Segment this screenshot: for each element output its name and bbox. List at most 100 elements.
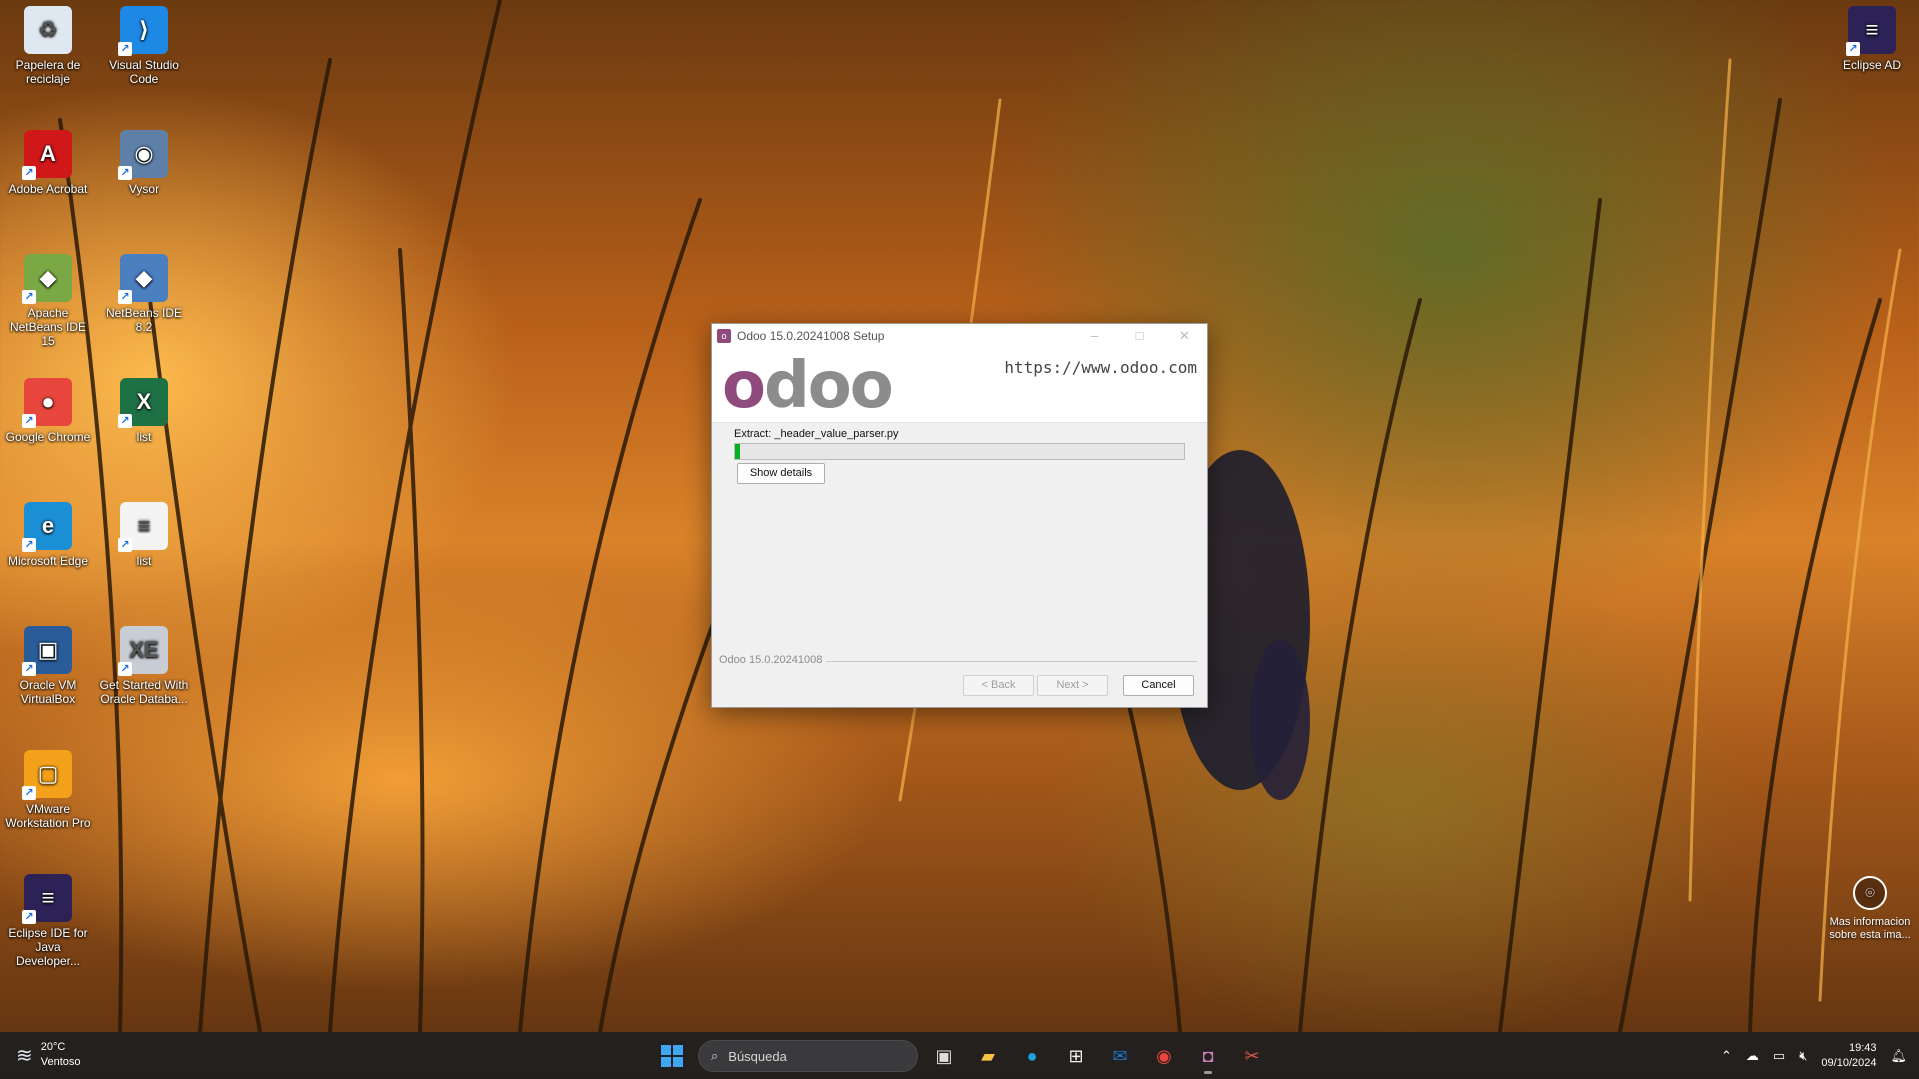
task-view-icon: ▣ <box>935 1045 953 1066</box>
app-icon: ◉ ↗ <box>118 130 168 180</box>
shortcut-arrow-icon: ↗ <box>118 538 132 552</box>
wallpaper-info-badge[interactable]: ⌾ Mas informacion sobre esta ima... <box>1820 876 1919 942</box>
start-button[interactable] <box>654 1038 690 1074</box>
clock-date: 09/10/2024 <box>1821 1056 1877 1069</box>
app-icon: ▣ ↗ <box>22 626 72 676</box>
desktop-icon-eclipse-ide-for-java-developer[interactable]: ≡ ↗ Eclipse IDE for Java Developer... <box>2 874 94 968</box>
desktop-icon-label: Get Started With Oracle Databa... <box>99 678 189 706</box>
desktop-icon-netbeans-ide-8-2[interactable]: ◆ ↗ NetBeans IDE 8.2 <box>98 254 190 334</box>
outlook-button[interactable]: ✉ <box>1102 1038 1138 1074</box>
desktop-icon-visual-studio-code[interactable]: ⟩ ↗ Visual Studio Code <box>98 6 190 86</box>
maximize-button[interactable]: □ <box>1117 324 1162 348</box>
desktop-icon-microsoft-edge[interactable]: e ↗ Microsoft Edge <box>2 502 94 568</box>
network-icon[interactable]: ▭ <box>1773 1048 1785 1064</box>
minimize-button[interactable]: – <box>1072 324 1117 348</box>
close-button[interactable]: ✕ <box>1162 324 1207 348</box>
desktop-icon-vysor[interactable]: ◉ ↗ Vysor <box>98 130 190 196</box>
odoo-icon: ◘ <box>1202 1045 1214 1066</box>
speaker-muted-icon[interactable]: 🔇︎ <box>1799 1048 1807 1064</box>
chevron-up-icon[interactable]: ⌃ <box>1721 1048 1732 1064</box>
shortcut-arrow-icon: ↗ <box>118 662 132 676</box>
shortcut-arrow-icon: ↗ <box>22 786 36 800</box>
desktop-icon-label: Eclipse IDE for Java Developer... <box>8 926 88 968</box>
desktop-icon-label: Oracle VM VirtualBox <box>19 678 77 706</box>
desktop-icon-label: Google Chrome <box>5 430 91 444</box>
desktop-icon-oracle-vm-virtualbox[interactable]: ▣ ↗ Oracle VM VirtualBox <box>2 626 94 706</box>
shortcut-arrow-icon: ↗ <box>22 166 36 180</box>
progress-fill <box>735 444 741 459</box>
shortcut-arrow-icon: ↗ <box>118 414 132 428</box>
app-icon: ≡ ↗ <box>1846 6 1896 56</box>
desktop-icon-label: list <box>136 430 152 444</box>
chrome-icon: ◉ <box>1156 1045 1172 1066</box>
wind-icon: ≋ <box>16 1044 33 1067</box>
task-view-button[interactable]: ▣ <box>926 1038 962 1074</box>
taskbar-apps: ⌕ Búsqueda ▣ ▰ ● ⊞ ✉ ◉ ◘ ✂ <box>654 1038 1270 1074</box>
next-button[interactable]: Next > <box>1037 675 1108 696</box>
odoo-url: https://www.odoo.com <box>1004 358 1197 377</box>
shortcut-arrow-icon: ↗ <box>22 290 36 304</box>
desktop-icon-papelera-de-reciclaje[interactable]: ♻ Papelera de reciclaje <box>2 6 94 86</box>
info-label: Mas informacion sobre esta ima... <box>1829 916 1911 941</box>
desktop-icon-google-chrome[interactable]: ● ↗ Google Chrome <box>2 378 94 444</box>
setup-titlebar[interactable]: o Odoo 15.0.20241008 Setup – □ ✕ <box>712 324 1207 348</box>
logo-letter-o: o <box>722 349 766 423</box>
app-icon: ⟩ ↗ <box>118 6 168 56</box>
desktop-icon-label: Vysor <box>128 182 160 196</box>
shortcut-arrow-icon: ↗ <box>118 166 132 180</box>
weather-condition: Ventoso <box>40 1056 81 1068</box>
search-box[interactable]: ⌕ Búsqueda <box>698 1040 918 1072</box>
app-icon: A ↗ <box>22 130 72 180</box>
store-icon: ⊞ <box>1068 1045 1084 1066</box>
desktop-icon-list[interactable]: X ↗ list <box>98 378 190 444</box>
window-title: Odoo 15.0.20241008 Setup <box>737 329 885 343</box>
odoo-logo: odoo <box>722 354 894 418</box>
store-button[interactable]: ⊞ <box>1058 1038 1094 1074</box>
app-icon: ◆ ↗ <box>118 254 168 304</box>
back-button[interactable]: < Back <box>963 675 1034 696</box>
taskbar: ≋ 20°C Ventoso ⌕ Búsqueda ▣ ▰ ● ⊞ ✉ ◉ ◘ … <box>0 1032 1919 1079</box>
temperature: 20°C <box>40 1041 66 1053</box>
shortcut-arrow-icon: ↗ <box>22 910 36 924</box>
app-icon: X ↗ <box>118 378 168 428</box>
search-placeholder: Búsqueda <box>728 1048 787 1064</box>
app-icon: ◆ ↗ <box>22 254 72 304</box>
outlook-icon: ✉ <box>1112 1045 1128 1066</box>
desktop-icon-adobe-acrobat[interactable]: A ↗ Adobe Acrobat <box>2 130 94 196</box>
desktop-icon-eclipse-ad[interactable]: ≡ ↗ Eclipse AD <box>1826 6 1918 72</box>
clock[interactable]: 19:43 09/10/2024 <box>1821 1041 1876 1071</box>
app-icon: ♻ <box>24 6 72 54</box>
app-icon: ≡ ↗ <box>22 874 72 924</box>
shortcut-arrow-icon: ↗ <box>118 290 132 304</box>
cancel-button[interactable]: Cancel <box>1123 675 1194 696</box>
desktop-icon-label: VMware Workstation Pro <box>5 802 91 830</box>
progress-bar <box>734 443 1185 460</box>
file-explorer-button[interactable]: ▰ <box>970 1038 1006 1074</box>
odoo-app-icon: o <box>717 329 731 343</box>
logo-letters-doo: doo <box>763 349 894 423</box>
desktop-icon-label: Eclipse AD <box>1842 58 1902 72</box>
shortcut-arrow-icon: ↗ <box>118 42 132 56</box>
desktop-icon-label: Microsoft Edge <box>7 554 89 568</box>
chrome-button[interactable]: ◉ <box>1146 1038 1182 1074</box>
desktop-icon-list[interactable]: ≡ ↗ list <box>98 502 190 568</box>
desktop-icon-get-started-with-oracle-databa[interactable]: XE ↗ Get Started With Oracle Databa... <box>98 626 190 706</box>
shortcut-arrow-icon: ↗ <box>22 414 36 428</box>
snipping-icon: ✂ <box>1244 1045 1260 1066</box>
windows-logo-icon <box>661 1045 683 1067</box>
desktop-icon-vmware-workstation-pro[interactable]: ▢ ↗ VMware Workstation Pro <box>2 750 94 830</box>
shortcut-arrow-icon: ↗ <box>22 662 36 676</box>
notification-bell-icon[interactable]: 🔔︎ <box>1890 1048 1907 1064</box>
shortcut-arrow-icon: ↗ <box>1846 42 1860 56</box>
odoo-setup-taskbar-button[interactable]: ◘ <box>1190 1038 1226 1074</box>
shortcut-arrow-icon: ↗ <box>22 538 36 552</box>
weather-widget[interactable]: ≋ 20°C Ventoso <box>16 1040 81 1070</box>
edge-icon: ● <box>1026 1045 1038 1066</box>
desktop-icon-apache-netbeans-ide-15[interactable]: ◆ ↗ Apache NetBeans IDE 15 <box>2 254 94 348</box>
setup-window: o Odoo 15.0.20241008 Setup – □ ✕ odoo ht… <box>711 323 1208 708</box>
app-icon: e ↗ <box>22 502 72 552</box>
cloud-offline-icon[interactable]: ☁ <box>1746 1048 1759 1064</box>
show-details-button[interactable]: Show details <box>737 463 825 484</box>
snipping-tool-button[interactable]: ✂ <box>1234 1038 1270 1074</box>
edge-button[interactable]: ● <box>1014 1038 1050 1074</box>
